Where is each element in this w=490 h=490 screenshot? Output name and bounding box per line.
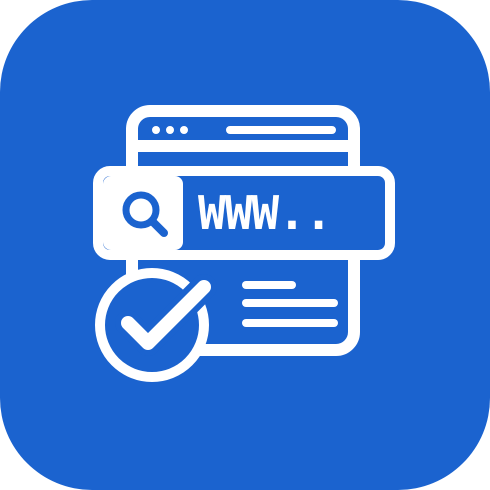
window-dot-icon xyxy=(152,126,160,134)
checkmark-circle-icon xyxy=(95,268,217,382)
window-dot-icon xyxy=(180,126,188,134)
text-lines-icon xyxy=(242,281,338,327)
window-dot-icon xyxy=(166,126,174,134)
app-icon[interactable]: WWW.. xyxy=(0,0,490,490)
website-search-illustration xyxy=(93,105,395,382)
url-text: WWW.. xyxy=(198,186,332,240)
